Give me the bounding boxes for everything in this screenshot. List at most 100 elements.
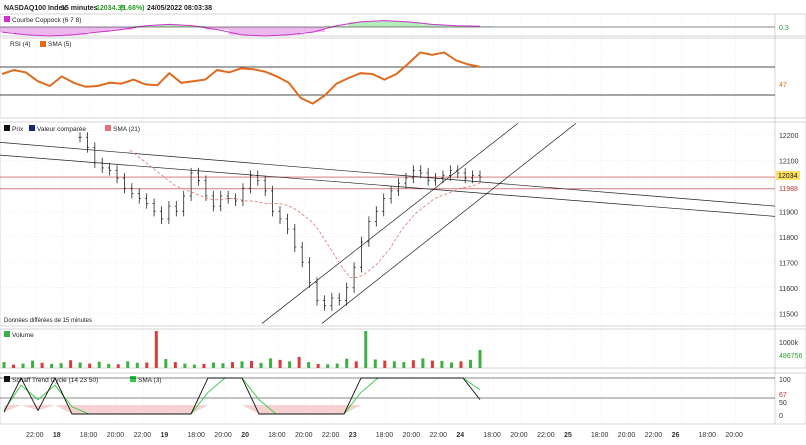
schaff-sma-legend-swatch bbox=[130, 376, 136, 382]
volume-bar bbox=[354, 361, 358, 368]
volume-bar bbox=[449, 362, 453, 368]
volume-bar bbox=[211, 362, 215, 368]
rsi-sma-legend-swatch bbox=[40, 41, 46, 47]
x-tick-label: 20:00 bbox=[510, 432, 528, 439]
x-tick-label: 22:00 bbox=[322, 432, 340, 439]
volume-bar bbox=[402, 362, 406, 368]
volume-bar bbox=[21, 363, 25, 368]
schaff-bottom-label: 0 bbox=[779, 413, 783, 420]
x-tick-label: 22:00 bbox=[537, 432, 555, 439]
rsi-value-label: 47 bbox=[779, 82, 787, 89]
volume-bar bbox=[269, 358, 273, 368]
volume-bar bbox=[411, 360, 415, 368]
volume-bar bbox=[373, 359, 377, 368]
volume-bar bbox=[192, 364, 196, 368]
volume-bar bbox=[2, 362, 6, 368]
volume-legend: Volume bbox=[12, 332, 34, 339]
x-tick-label: 20:00 bbox=[403, 432, 421, 439]
volume-bar bbox=[59, 363, 63, 368]
x-tick-label: 18:00 bbox=[483, 432, 501, 439]
volume-bar bbox=[459, 361, 463, 368]
interval-label: 15 minutes bbox=[61, 5, 98, 12]
x-tick-label: 20:00 bbox=[725, 432, 743, 439]
volume-bar bbox=[230, 362, 234, 368]
volume-bar bbox=[154, 331, 158, 368]
x-tick-label: 22:00 bbox=[645, 432, 663, 439]
last-price-label: 12034 bbox=[778, 173, 798, 180]
volume-value-label: 486756 bbox=[779, 353, 802, 360]
change-label: (1.68%) bbox=[120, 5, 145, 12]
volume-bar bbox=[50, 363, 54, 368]
price-y-tick-label: 11700 bbox=[779, 260, 798, 267]
volume-bar bbox=[126, 361, 130, 368]
coppock-legend: Courbe Coppock (6 7 8) bbox=[12, 17, 81, 24]
volume-bar bbox=[468, 359, 472, 368]
schaff-mid-label: 50 bbox=[779, 400, 787, 407]
compare-legend: Valeur comparée bbox=[37, 126, 86, 133]
price-y-tick-label: 11500 bbox=[779, 311, 798, 318]
volume-bar bbox=[135, 362, 139, 368]
volume-bar bbox=[145, 362, 149, 368]
volume-bar bbox=[326, 364, 330, 368]
volume-bar bbox=[259, 362, 263, 368]
x-tick-label: 18:00 bbox=[591, 432, 609, 439]
volume-bar bbox=[221, 363, 225, 368]
x-tick-label: 18:00 bbox=[187, 432, 205, 439]
schaff-frame bbox=[0, 372, 806, 425]
x-tick-label: 18:00 bbox=[80, 432, 98, 439]
x-axis: 22:00 18 18:00 20:00 22:00 19 18:00 20:00 20 18:0… bbox=[26, 432, 743, 439]
x-tick-label: 24 bbox=[456, 432, 464, 439]
symbol-label: NASDAQ100 Index bbox=[4, 5, 66, 12]
volume-bar bbox=[97, 361, 101, 368]
volume-bar bbox=[297, 356, 301, 368]
x-tick-label: 18:00 bbox=[268, 432, 286, 439]
volume-bar bbox=[316, 363, 320, 368]
price-legend-swatch bbox=[4, 125, 10, 131]
volume-legend-swatch bbox=[4, 331, 10, 337]
x-tick-label: 22:00 bbox=[134, 432, 152, 439]
chart-root: NASDAQ100 Index 15 minutes 12034.39 (1.6… bbox=[0, 0, 806, 440]
price-legend: Prix bbox=[12, 126, 24, 133]
volume-top-label: 1000k bbox=[779, 340, 799, 347]
volume-bar bbox=[88, 363, 92, 368]
x-tick-label: 22:00 bbox=[26, 432, 44, 439]
volume-bar bbox=[440, 360, 444, 368]
volume-bar bbox=[164, 359, 168, 368]
coppock-legend-swatch bbox=[4, 16, 10, 22]
x-tick-label: 19 bbox=[161, 432, 169, 439]
volume-bar bbox=[288, 361, 292, 368]
volume-bar bbox=[383, 360, 387, 368]
delay-footnote: Données différées de 15 minutes bbox=[4, 318, 92, 324]
volume-bar bbox=[173, 362, 177, 368]
volume-bar bbox=[478, 349, 482, 368]
chart-header: NASDAQ100 Index 15 minutes 12034.39 (1.6… bbox=[4, 5, 212, 12]
x-tick-label: 20:00 bbox=[214, 432, 232, 439]
price-y-tick-label: 11600 bbox=[779, 286, 798, 293]
volume-bar bbox=[31, 360, 35, 368]
x-tick-label: 20 bbox=[241, 432, 249, 439]
volume-bar bbox=[116, 364, 120, 368]
schaff-top-label: 100 bbox=[779, 377, 791, 384]
schaff-legend-swatch bbox=[4, 376, 10, 382]
volume-bar bbox=[307, 362, 311, 368]
coppock-value-label: 0.3 bbox=[779, 25, 789, 32]
x-tick-label: 20:00 bbox=[295, 432, 313, 439]
volume-bar bbox=[40, 362, 44, 368]
x-tick-label: 18 bbox=[53, 432, 61, 439]
rsi-frame bbox=[0, 37, 806, 119]
x-tick-label: 20:00 bbox=[107, 432, 125, 439]
sma21-legend-swatch bbox=[105, 125, 111, 131]
volume-bar bbox=[335, 363, 339, 368]
volume-bar bbox=[364, 331, 368, 368]
x-tick-label: 18:00 bbox=[699, 432, 717, 439]
x-tick-label: 22:00 bbox=[430, 432, 448, 439]
volume-bar bbox=[183, 363, 187, 368]
volume-bar bbox=[278, 359, 282, 368]
x-tick-label: 23 bbox=[349, 432, 357, 439]
price-y-tick-label: 12100 bbox=[779, 158, 799, 165]
x-tick-label: 20:00 bbox=[618, 432, 636, 439]
chart-svg: NASDAQ100 Index 15 minutes 12034.39 (1.6… bbox=[0, 5, 806, 439]
datetime-label: 24/05/2022 08:03:38 bbox=[147, 5, 212, 12]
price-y-tick-label: 12200 bbox=[779, 133, 799, 140]
volume-bar bbox=[250, 360, 254, 368]
